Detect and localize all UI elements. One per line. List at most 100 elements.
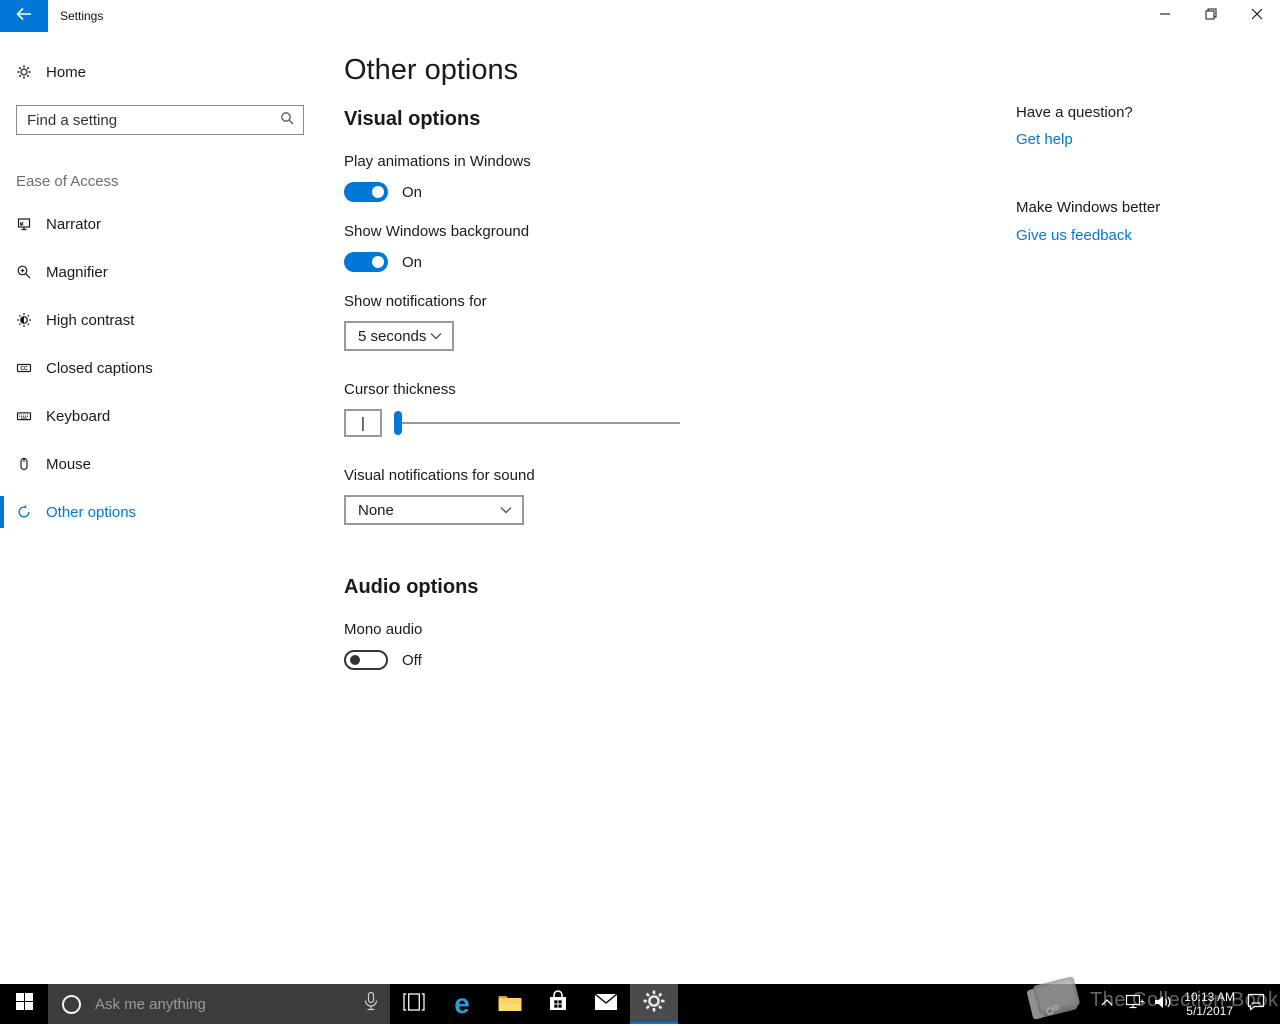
clock-date: 5/1/2017 [1186, 1004, 1233, 1018]
action-center-icon [1246, 992, 1266, 1017]
make-windows-better-heading: Make Windows better [1016, 199, 1161, 216]
arrow-left-icon [16, 7, 32, 26]
play-animations-toggle[interactable] [344, 182, 388, 202]
clock-time: 10:13 AM [1184, 990, 1235, 1004]
notifications-dropdown[interactable]: 5 seconds [344, 321, 454, 351]
windows-logo-icon [15, 993, 33, 1015]
back-button[interactable] [0, 0, 48, 32]
task-view-button[interactable] [390, 984, 438, 1024]
visual-options-heading: Visual options [344, 108, 481, 130]
store-button[interactable] [534, 984, 582, 1024]
cortana-search-box[interactable]: Ask me anything [48, 984, 390, 1024]
file-explorer-button[interactable] [486, 984, 534, 1024]
cursor-preview-glyph: | [361, 414, 365, 432]
sidebar-item-closed-captions[interactable]: CC Closed captions [0, 350, 320, 386]
sidebar-home-label: Home [46, 63, 87, 81]
notifications-dropdown-value: 5 seconds [358, 327, 427, 345]
gear-icon [642, 989, 666, 1018]
mono-audio-row: Off [344, 650, 422, 670]
toggle-knob [372, 186, 384, 198]
start-button[interactable] [0, 984, 48, 1024]
chevron-down-icon [500, 501, 512, 519]
play-animations-state: On [402, 183, 423, 201]
taskbar: Ask me anything e 10:13 AM 5/1/2017 [0, 984, 1280, 1024]
edge-browser-button[interactable]: e [438, 984, 486, 1024]
page-title: Other options [344, 54, 519, 86]
slider-thumb[interactable] [394, 411, 402, 435]
sidebar-item-label: Keyboard [46, 407, 111, 425]
sidebar-item-other-options[interactable]: Other options [0, 494, 320, 530]
have-a-question-heading: Have a question? [1016, 104, 1133, 121]
task-view-icon [403, 992, 425, 1016]
sidebar-item-label: Narrator [46, 215, 102, 233]
sidebar-item-narrator[interactable]: Narrator [0, 206, 320, 242]
show-background-toggle[interactable] [344, 252, 388, 272]
main-content: Other options Visual options Play animat… [344, 32, 1004, 984]
sidebar-item-mouse[interactable]: Mouse [0, 446, 320, 482]
audio-options-heading: Audio options [344, 576, 479, 598]
cursor-thickness-preview: | [344, 409, 382, 437]
close-button[interactable] [1234, 0, 1280, 32]
sidebar-item-high-contrast[interactable]: High contrast [0, 302, 320, 338]
show-background-row: On [344, 252, 422, 272]
play-animations-label: Play animations in Windows [344, 153, 531, 170]
microphone-icon[interactable] [362, 991, 380, 1018]
cortana-search-placeholder: Ask me anything [95, 995, 206, 1013]
mono-audio-state: Off [402, 651, 422, 669]
cursor-thickness-label: Cursor thickness [344, 381, 456, 398]
speaker-icon [1153, 993, 1173, 1016]
sound-notifications-label: Visual notifications for sound [344, 467, 535, 484]
settings-app-button[interactable] [630, 984, 678, 1024]
find-setting-searchbox[interactable] [16, 105, 304, 135]
network-icon [1125, 993, 1145, 1016]
show-background-label: Show Windows background [344, 223, 530, 240]
taskbar-clock[interactable]: 10:13 AM 5/1/2017 [1179, 990, 1240, 1018]
closed-captions-icon: CC [16, 360, 32, 376]
close-icon [1251, 7, 1263, 25]
mono-audio-label: Mono audio [344, 621, 423, 638]
sidebar-item-label: Magnifier [46, 263, 108, 281]
mouse-icon [16, 456, 32, 472]
sidebar-item-home[interactable]: Home [0, 54, 320, 90]
cortana-ring-icon [62, 994, 81, 1014]
restore-button[interactable] [1188, 0, 1234, 32]
chevron-up-icon [1100, 995, 1114, 1013]
keyboard-icon [16, 408, 32, 424]
cursor-thickness-slider[interactable] [394, 409, 680, 437]
svg-text:CC: CC [20, 366, 28, 372]
hidden-icons-button[interactable] [1095, 984, 1119, 1024]
network-tray-button[interactable] [1123, 984, 1147, 1024]
mail-button[interactable] [582, 984, 630, 1024]
search-icon [280, 111, 294, 130]
chevron-down-icon [430, 327, 442, 345]
show-background-state: On [402, 253, 423, 271]
sidebar-section-label: Ease of Access [16, 173, 119, 190]
high-contrast-icon [16, 312, 32, 328]
sidebar-item-keyboard[interactable]: Keyboard [0, 398, 320, 434]
action-center-button[interactable] [1244, 984, 1268, 1024]
sidebar-item-magnifier[interactable]: Magnifier [0, 254, 320, 290]
notifications-label: Show notifications for [344, 293, 487, 310]
search-input[interactable] [27, 111, 280, 129]
toggle-knob [372, 256, 384, 268]
minimize-button[interactable] [1142, 0, 1188, 32]
magnifier-icon [16, 264, 32, 280]
slider-track [398, 422, 680, 424]
window-controls [1142, 0, 1280, 32]
sound-notifications-dropdown[interactable]: None [344, 495, 524, 525]
system-tray: 10:13 AM 5/1/2017 [1095, 984, 1280, 1024]
get-help-link[interactable]: Get help [1016, 131, 1073, 148]
mono-audio-toggle[interactable] [344, 650, 388, 670]
history-arrow-icon [16, 504, 32, 520]
sidebar-item-label: Other options [46, 503, 137, 521]
gear-icon [16, 64, 32, 80]
titlebar: Settings [0, 0, 1280, 32]
restore-icon [1205, 7, 1217, 25]
volume-tray-button[interactable] [1151, 984, 1175, 1024]
sound-notifications-dropdown-value: None [358, 501, 394, 519]
window-title: Settings [60, 9, 104, 23]
settings-sidebar: Home Ease of Access Narrator Magnifier H… [0, 32, 320, 984]
minimize-icon [1159, 7, 1171, 25]
give-us-feedback-link[interactable]: Give us feedback [1016, 227, 1132, 244]
edge-browser-icon: e [454, 988, 470, 1019]
